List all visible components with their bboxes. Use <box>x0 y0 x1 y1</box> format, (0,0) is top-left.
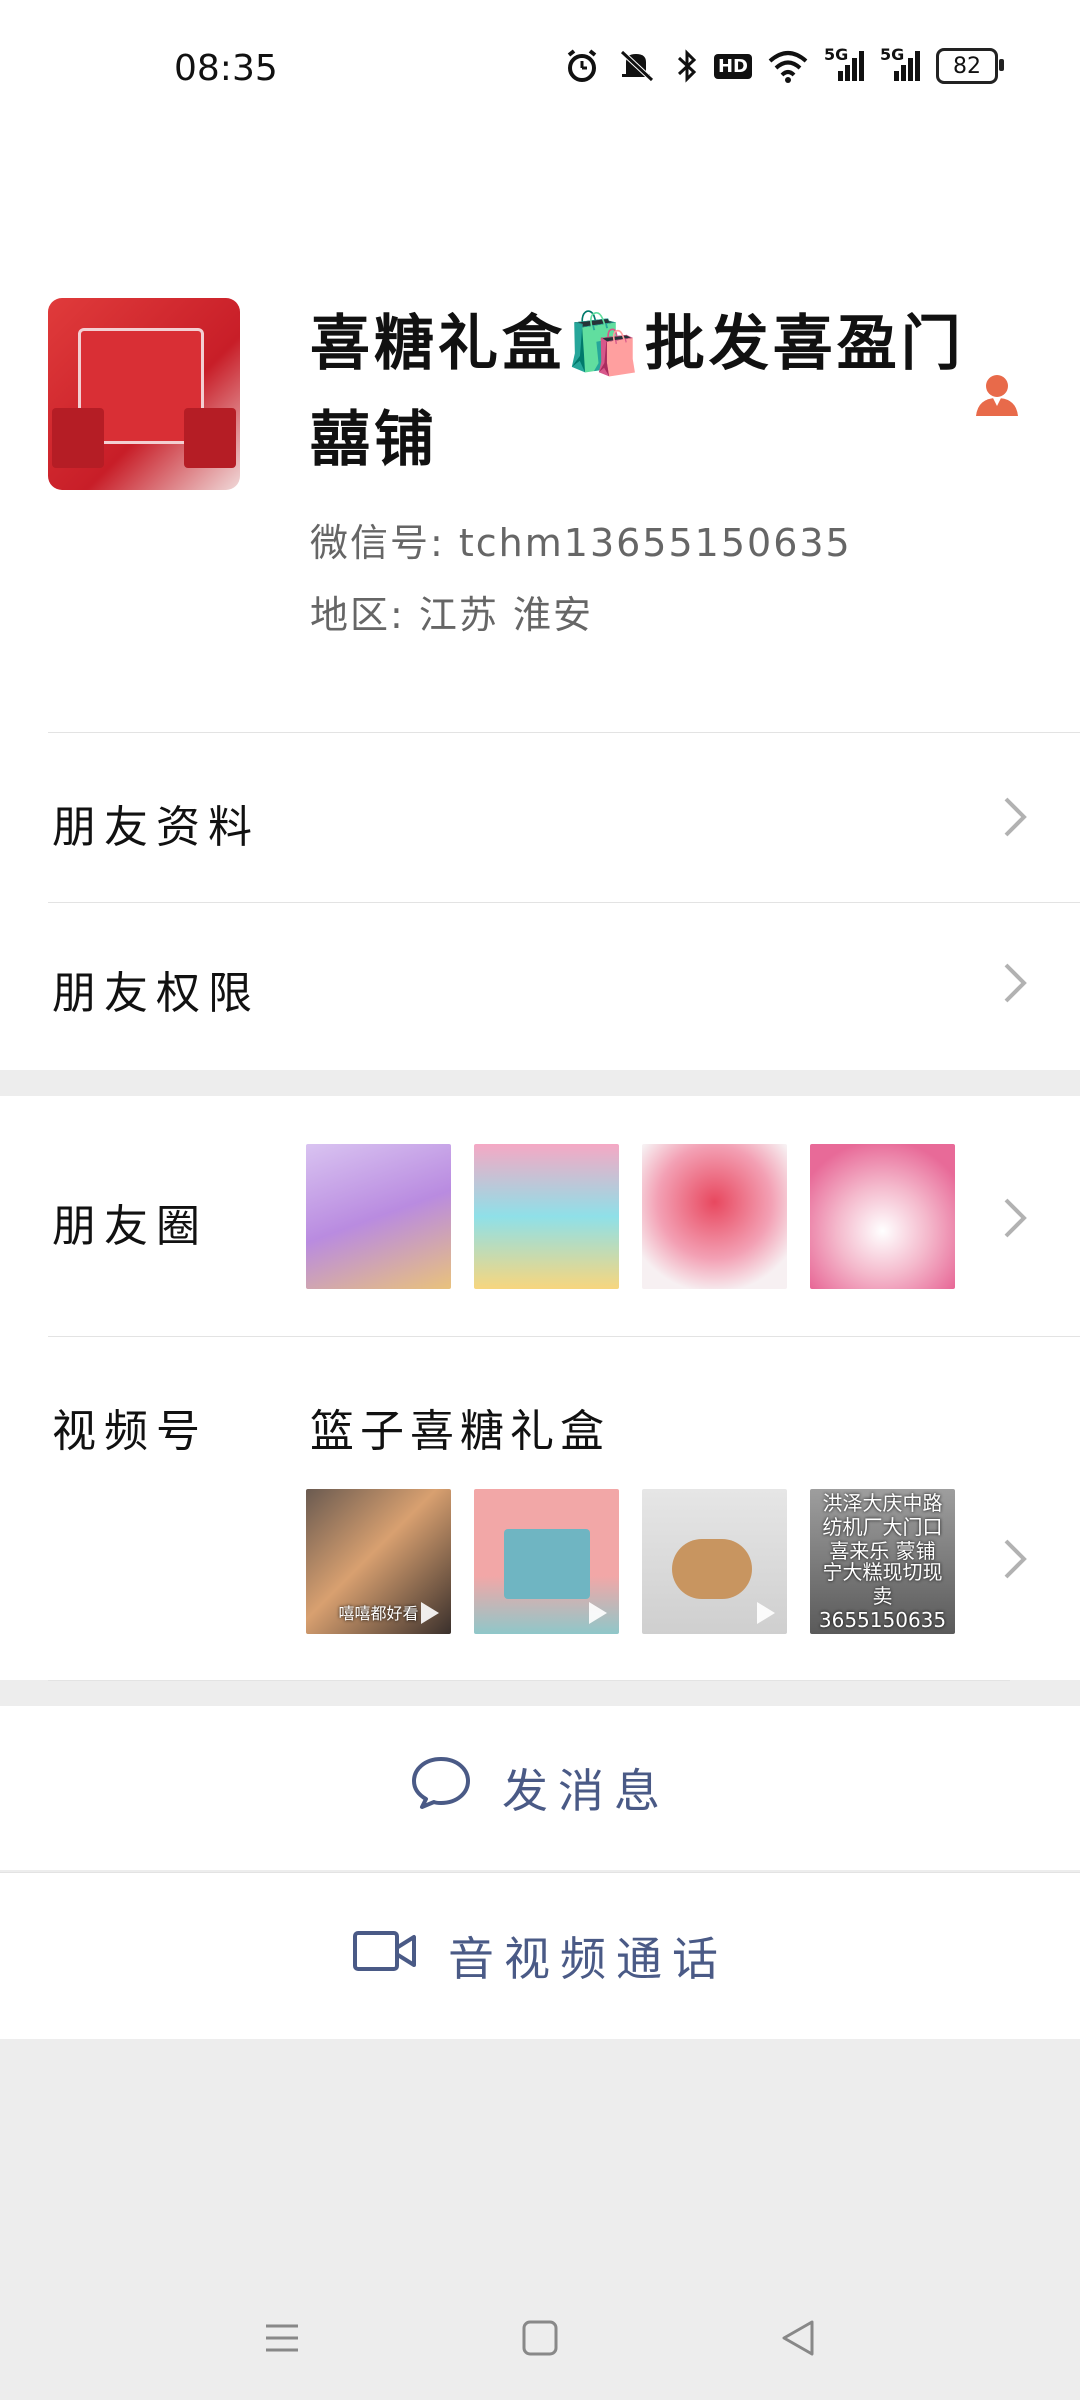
play-icon <box>757 1602 775 1624</box>
hd-badge: HD <box>713 49 752 83</box>
send-message-button[interactable]: 发消息 <box>0 1706 1080 1870</box>
mute-icon <box>616 49 660 83</box>
moments-row[interactable]: 朋友圈 <box>0 1096 1080 1336</box>
chevron-right-icon <box>1000 959 1030 1011</box>
channel-video-thumbnail: 嘻嘻都好看 <box>306 1489 451 1634</box>
chat-bubble-icon <box>410 1755 472 1822</box>
friend-permissions-label: 朋友权限 <box>52 968 260 1019</box>
channels-label: 视频号 <box>52 1406 208 1457</box>
friend-info-label: 朋友资料 <box>52 802 260 853</box>
video-caption-bottom: 宁大糕现切现卖 3655150635 <box>818 1560 947 1632</box>
back-nav-button[interactable] <box>778 2318 818 2362</box>
channels-row[interactable]: 视频号 篮子喜糖礼盒 嘻嘻都好看 洪泽大庆中路 纺机厂大门口 喜来乐 蒙铺 宁大… <box>0 1337 1080 1677</box>
moments-thumbnail <box>306 1144 451 1289</box>
channels-title: 篮子喜糖礼盒 <box>310 1406 610 1457</box>
divider <box>48 732 1080 733</box>
hd-label: HD <box>713 53 752 79</box>
channel-video-thumbnail: 洪泽大庆中路 纺机厂大门口 喜来乐 蒙铺 宁大糕现切现卖 3655150635 <box>810 1489 955 1634</box>
avatar[interactable] <box>48 298 240 490</box>
moments-thumbnail <box>810 1144 955 1289</box>
send-message-label: 发消息 <box>502 1764 670 1818</box>
chevron-right-icon <box>1000 1535 1030 1587</box>
divider <box>48 1680 1010 1681</box>
moments-thumbnail <box>474 1144 619 1289</box>
signal-icon-1: 5G <box>824 45 864 83</box>
network-type-2: 5G <box>880 45 905 64</box>
friend-info-row[interactable]: 朋友资料 <box>0 735 1080 900</box>
avatar-giftbox-icon <box>52 408 104 468</box>
contact-name: 喜糖礼盒🛍️批发喜盈门囍铺 <box>310 309 965 475</box>
top-nav <box>0 140 1080 350</box>
moments-thumbnail <box>642 1144 787 1289</box>
battery-level: 82 <box>953 53 981 79</box>
network-type-1: 5G <box>824 45 849 64</box>
status-time: 08:35 <box>174 48 278 89</box>
home-nav-button[interactable] <box>520 2318 560 2362</box>
menu-nav-button[interactable] <box>262 2318 302 2362</box>
person-icon <box>974 372 1020 422</box>
wifi-icon <box>768 49 808 83</box>
channel-video-thumbnail <box>642 1489 787 1634</box>
play-icon <box>589 1602 607 1624</box>
play-icon <box>421 1602 439 1624</box>
status-icons: HD 5G 5G 82 <box>564 45 1004 84</box>
cat-image <box>672 1539 752 1599</box>
video-call-button[interactable]: 音视频通话 <box>0 1873 1080 2039</box>
video-call-label: 音视频通话 <box>448 1932 728 1986</box>
video-caption-top: 洪泽大庆中路 纺机厂大门口 喜来乐 蒙铺 <box>822 1491 943 1563</box>
moments-label: 朋友圈 <box>52 1201 208 1252</box>
region: 地区: 江苏 淮安 <box>310 593 593 637</box>
divider <box>48 902 1080 903</box>
bluetooth-icon <box>676 49 698 83</box>
giftbox-image <box>504 1529 590 1599</box>
channel-video-thumbnail <box>474 1489 619 1634</box>
battery-icon: 82 <box>936 48 1004 84</box>
chevron-right-icon <box>1000 1194 1030 1246</box>
friend-permissions-row[interactable]: 朋友权限 <box>0 905 1080 1070</box>
alarm-icon <box>564 49 600 83</box>
signal-icon-2: 5G <box>880 45 920 83</box>
avatar-giftbox-icon <box>184 408 236 468</box>
video-camera-icon <box>352 1929 418 1984</box>
wechat-id: 微信号: tchm13655150635 <box>310 521 852 565</box>
status-bar: 08:35 HD 5G 5G 82 <box>0 0 1080 140</box>
chevron-right-icon <box>1000 793 1030 845</box>
